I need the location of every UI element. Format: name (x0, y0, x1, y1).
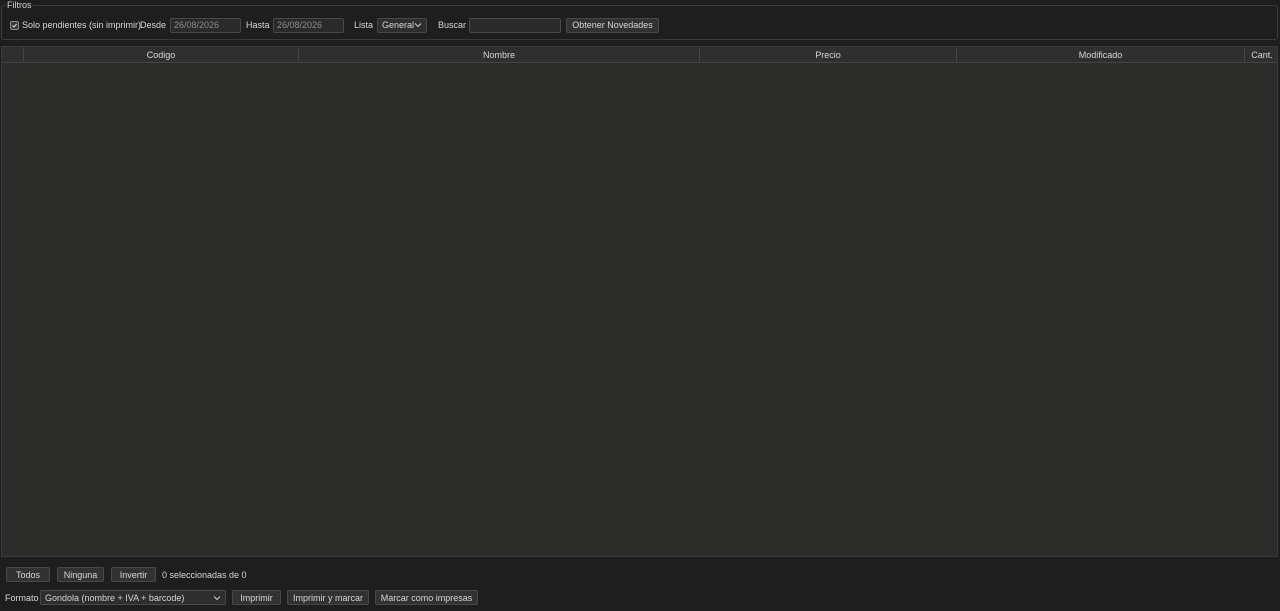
to-label: Hasta (246, 20, 270, 30)
invert-selection-button[interactable]: Invertir (111, 567, 156, 582)
list-select[interactable]: General (377, 17, 427, 33)
print-and-mark-button[interactable]: Imprimir y marcar (287, 590, 369, 605)
products-table[interactable]: Codigo Nombre Precio Modificado Cant. (1, 46, 1278, 557)
select-all-button[interactable]: Todos (6, 567, 50, 582)
list-select-value: General (382, 20, 415, 30)
search-input[interactable] (469, 17, 561, 33)
pending-only-label: Solo pendientes (sin imprimir) (22, 20, 142, 30)
list-label: Lista (354, 20, 374, 30)
fetch-updates-button[interactable]: Obtener Novedades (566, 17, 659, 33)
filters-legend: Filtros (6, 0, 33, 10)
column-header-price[interactable]: Precio (700, 47, 957, 63)
search-label: Buscar (438, 20, 467, 30)
selection-count: 0 seleccionadas de 0 (162, 569, 247, 580)
format-label: Formato (5, 592, 39, 603)
filters-group: Filtros Solo pendientes (sin imprimir) D… (1, 0, 1278, 40)
column-header-modified[interactable]: Modificado (957, 47, 1245, 63)
column-header-code[interactable]: Codigo (24, 47, 299, 63)
from-label: Desde (140, 20, 167, 30)
column-header-select[interactable] (2, 47, 24, 63)
table-header: Codigo Nombre Precio Modificado Cant. (2, 47, 1277, 63)
column-header-name[interactable]: Nombre (299, 47, 700, 63)
select-none-button[interactable]: Ninguna (57, 567, 104, 582)
mark-as-printed-button[interactable]: Marcar como impresas (375, 590, 478, 605)
from-date-field[interactable]: 26/08/2026 (170, 17, 241, 33)
format-select-value: Gondola (nombre + IVA + barcode) (45, 592, 185, 603)
chevron-down-icon (414, 20, 422, 30)
to-date-field[interactable]: 26/08/2026 (273, 17, 344, 33)
checkbox-check-icon (10, 20, 19, 30)
format-select[interactable]: Gondola (nombre + IVA + barcode) (40, 590, 226, 605)
print-button[interactable]: Imprimir (232, 590, 281, 605)
chevron-down-icon (213, 593, 221, 603)
column-header-qty[interactable]: Cant. (1245, 47, 1279, 63)
pending-only-checkbox[interactable]: Solo pendientes (sin imprimir) (10, 17, 141, 33)
